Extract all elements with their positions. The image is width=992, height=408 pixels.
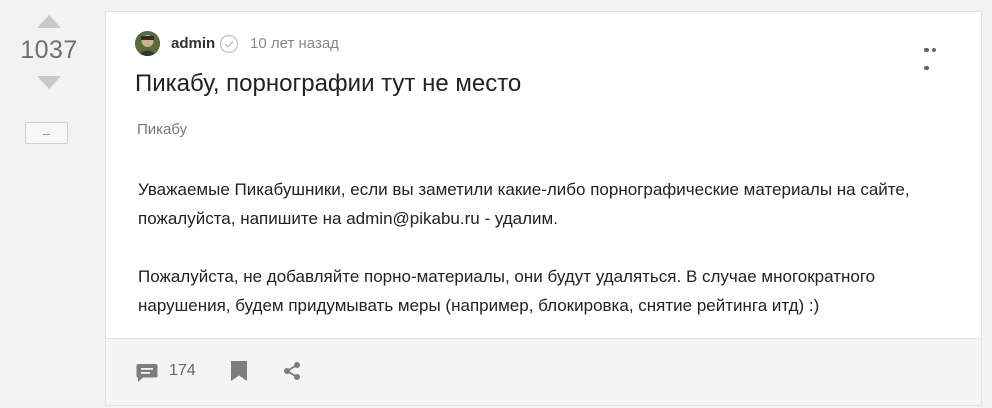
rating-score: 1037 — [20, 36, 78, 64]
body-paragraph: Уважаемые Пикабушники, если вы заметили … — [138, 180, 910, 228]
body-paragraph: Пожалуйста, не добавляйте порно-материал… — [138, 267, 876, 315]
post-footer: 174 — [106, 338, 981, 405]
post-header: admin 10 лет назад — [135, 31, 961, 70]
avatar[interactable] — [135, 31, 160, 56]
comments-count[interactable]: 174 — [169, 362, 196, 380]
downvote-icon[interactable] — [37, 76, 61, 89]
post-card: admin 10 лет назад Пикабу, порнографии т… — [105, 11, 982, 406]
community-link[interactable]: Пикабу — [137, 121, 187, 138]
upvote-icon[interactable] — [37, 15, 61, 28]
post-body: Уважаемые Пикабушники, если вы заметили … — [138, 175, 968, 320]
check-circle-icon — [219, 34, 239, 54]
more-dots-icon[interactable] — [924, 39, 946, 70]
post-title[interactable]: Пикабу, порнографии тут не место — [135, 70, 521, 98]
post-time: 10 лет назад — [250, 35, 339, 52]
bookmark-icon[interactable] — [230, 360, 248, 382]
collapse-button[interactable]: – — [25, 122, 68, 144]
rating-column: 1037 – — [0, 0, 98, 408]
author-link[interactable]: admin — [171, 35, 215, 52]
share-icon[interactable] — [282, 361, 302, 381]
comment-bubble-icon[interactable] — [136, 363, 158, 383]
